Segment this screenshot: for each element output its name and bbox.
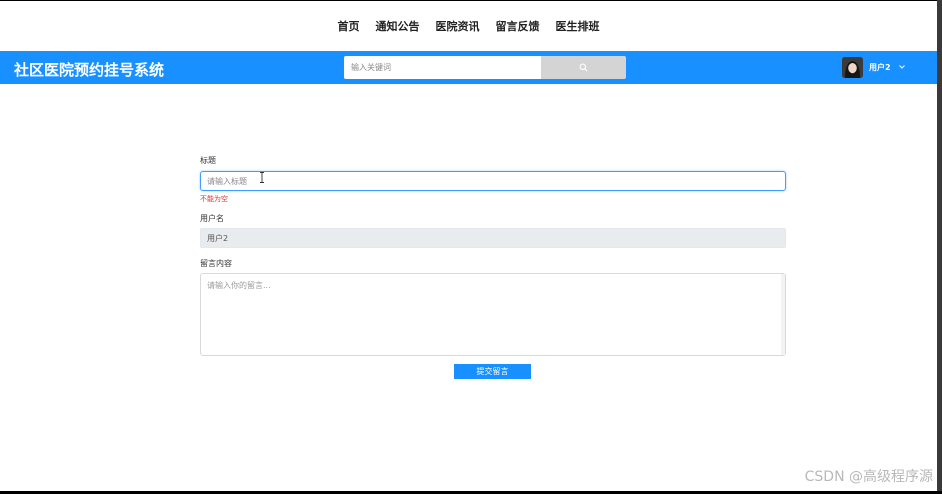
site-title: 社区医院预约挂号系统 [14, 61, 165, 79]
search-icon [579, 63, 588, 72]
content-textarea[interactable] [200, 273, 786, 356]
window-edge [937, 0, 942, 494]
textarea-scrollbar[interactable] [781, 274, 785, 355]
page: 首页 通知公告 医院资讯 留言反馈 医生排班 社区医院预约挂号系统 输入关键词 … [0, 1, 937, 491]
nav-item-home[interactable]: 首页 [338, 18, 360, 34]
search-button[interactable] [541, 56, 626, 79]
username-label: 用户名 [200, 214, 224, 223]
title-error: 不能为空 [200, 195, 228, 203]
nav-item-notices[interactable]: 通知公告 [376, 18, 420, 34]
search-box [344, 56, 626, 79]
chevron-down-icon [898, 65, 905, 69]
avatar [842, 56, 863, 78]
nav-item-feedback[interactable]: 留言反馈 [496, 18, 540, 34]
watermark: CSDN @高级程序源 [804, 469, 933, 485]
nav-item-news[interactable]: 医院资讯 [436, 18, 480, 34]
header-bar: 社区医院预约挂号系统 用户2 [0, 51, 937, 84]
nav-item-schedule[interactable]: 医生排班 [556, 18, 600, 34]
top-nav: 首页 通知公告 医院资讯 留言反馈 医生排班 [0, 1, 937, 51]
user-menu[interactable]: 用户2 [842, 54, 905, 80]
title-input[interactable] [200, 171, 786, 191]
content-wrapper [200, 273, 786, 356]
search-input[interactable] [344, 56, 541, 79]
username-field: 用户2 [200, 228, 786, 248]
title-label: 标题 [200, 156, 216, 165]
user-name: 用户2 [869, 62, 891, 72]
text-cursor-icon [260, 172, 264, 183]
content-label: 留言内容 [200, 259, 232, 268]
submit-button[interactable]: 提交留言 [454, 364, 531, 379]
